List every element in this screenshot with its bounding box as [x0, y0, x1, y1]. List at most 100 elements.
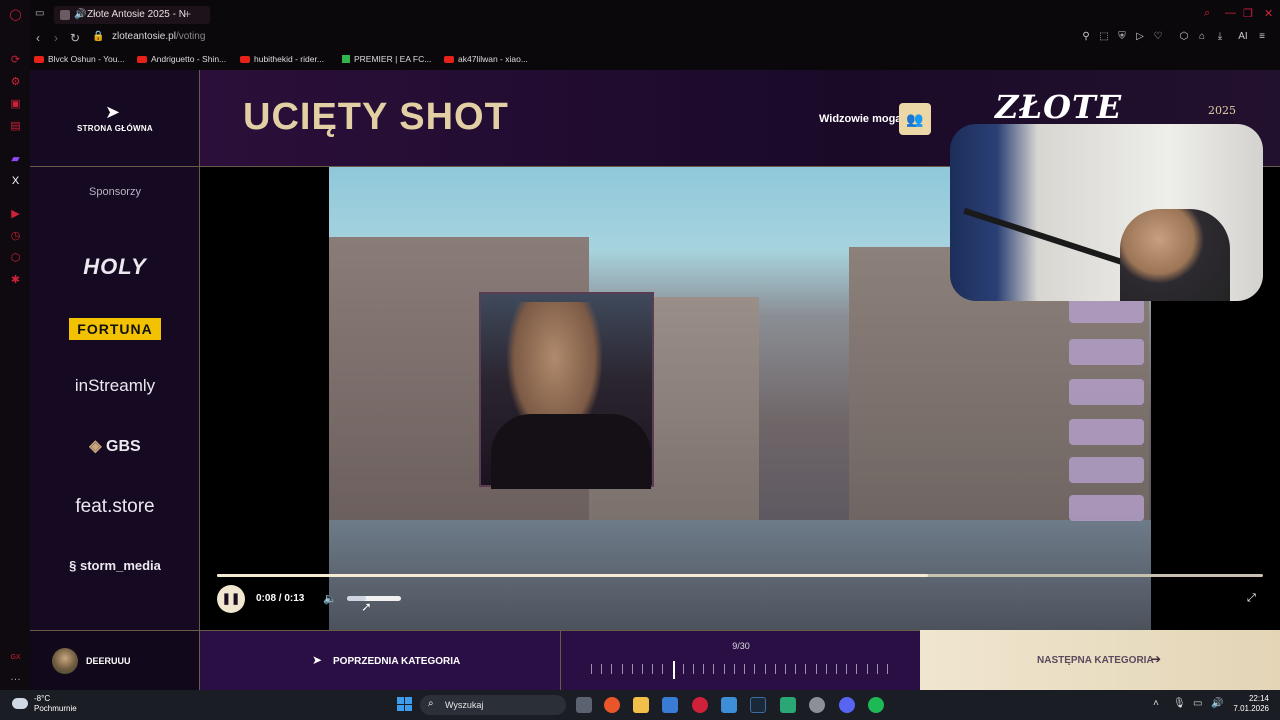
clock-time[interactable]: 22:14	[1233, 694, 1269, 703]
category-tick	[723, 664, 725, 674]
video-progress-bar[interactable]	[217, 574, 1263, 577]
player-icon[interactable]: ▶	[9, 208, 22, 221]
sponsor-fortuna-logo[interactable]: FORTUNA	[30, 318, 200, 340]
more-icon[interactable]: …	[9, 671, 22, 684]
menu-icon[interactable]: ≡	[1256, 31, 1268, 43]
youtube-icon	[137, 56, 147, 63]
spotify-icon[interactable]	[868, 697, 884, 713]
category-tick	[713, 664, 715, 674]
file-explorer-icon[interactable]	[633, 697, 649, 713]
chat-message	[1069, 419, 1144, 445]
gx-control-icon[interactable]: ⚙	[9, 76, 22, 89]
video-time: 0:08 / 0:13	[256, 593, 305, 604]
steam-icon[interactable]	[750, 697, 766, 713]
chat-message	[1069, 379, 1144, 405]
sponsor-stormmedia-logo[interactable]: § storm_media	[30, 558, 200, 573]
mouse-cursor-icon: ➚	[361, 599, 372, 614]
task-view-icon[interactable]	[576, 697, 592, 713]
wallet-icon[interactable]: ⌂	[1196, 31, 1208, 43]
home-label: STRONA GŁÓWNA	[76, 124, 154, 133]
forward-icon[interactable]: ›	[54, 31, 58, 45]
bookmark-item[interactable]: ak47lilwan - xiao...	[444, 54, 528, 64]
pause-button[interactable]: ❚❚	[217, 585, 245, 613]
avatar	[52, 648, 78, 674]
next-category-button[interactable]: NASTĘPNA KATEGORIA ➔	[920, 630, 1280, 690]
category-tick	[703, 664, 705, 674]
back-icon[interactable]: ‹	[36, 31, 40, 45]
pin-icon[interactable]: ⚲	[1080, 31, 1092, 43]
taskbar: -8°C Pochmurnie ⌕ Wyszukaj ˄ 🎙 ▭ 🔊 22:14…	[0, 690, 1280, 720]
search-placeholder: Wyszukaj	[445, 700, 484, 710]
opera-gx-icon[interactable]	[692, 697, 708, 713]
category-tick	[744, 664, 746, 674]
notepad-icon[interactable]	[721, 697, 737, 713]
bookmark-item[interactable]: PREMIER | EA FC...	[342, 54, 431, 64]
volume-slider[interactable]	[347, 596, 401, 601]
url-domain: zloteantosie.pl	[112, 31, 176, 42]
extensions-icon[interactable]: ⬡	[9, 252, 22, 265]
previous-category-label: POPRZEDNIA KATEGORIA	[333, 656, 461, 667]
network-icon[interactable]: ▭	[1193, 698, 1202, 709]
settings-icon[interactable]: ✱	[9, 274, 22, 287]
aria-ai-icon[interactable]: AI	[1234, 31, 1252, 43]
tray-chevron-icon[interactable]: ˄	[1153, 698, 1159, 709]
messenger-icon[interactable]: ▣	[9, 98, 22, 111]
sponsors-title: Sponsorzy	[89, 186, 141, 198]
search-tabs-icon[interactable]: ⌕	[1204, 7, 1210, 20]
reload-icon[interactable]: ↻	[70, 31, 80, 45]
arrow-left-icon: ➤	[312, 653, 323, 667]
extensions-toolbar-icon[interactable]: ⬡	[1178, 31, 1190, 43]
video-progress-fill	[217, 574, 929, 577]
app-gray-icon[interactable]	[809, 697, 825, 713]
history-icon[interactable]: ◷	[9, 230, 22, 243]
sponsor-holy-logo[interactable]: HOLY	[30, 254, 200, 280]
new-tab-icon[interactable]: +	[184, 7, 191, 21]
sponsor-instreamly-logo[interactable]: inStreamly	[30, 376, 200, 396]
volume-icon[interactable]: 🔈	[323, 592, 337, 605]
close-icon[interactable]: ✕	[1264, 7, 1273, 20]
minimize-icon[interactable]: —	[1225, 7, 1236, 19]
clock-date[interactable]: 7.01.2026	[1225, 704, 1269, 713]
taskbar-search[interactable]: ⌕ Wyszukaj	[420, 695, 566, 715]
download-icon[interactable]: ⤓	[1214, 31, 1226, 43]
footer: DEERUUU ➤ POPRZEDNIA KATEGORIA 9/30 NAST…	[30, 630, 1280, 690]
sponsor-gbs-logo[interactable]: ◈ GBS	[30, 436, 200, 456]
home-link[interactable]: ➤ STRONA GŁÓWNA	[30, 70, 200, 167]
x-twitter-icon[interactable]: X	[9, 175, 22, 188]
play-icon[interactable]: ▷	[1134, 31, 1146, 43]
app-orange-icon[interactable]	[604, 697, 620, 713]
arrow-right-icon: ➔	[1151, 652, 1162, 666]
user-profile[interactable]: DEERUUU	[30, 630, 200, 690]
store-icon[interactable]	[662, 697, 678, 713]
app-green-icon[interactable]	[780, 697, 796, 713]
tab-menu-icon[interactable]: ▭	[35, 8, 44, 19]
viewers-button[interactable]: 👥	[899, 103, 931, 135]
snapshot-icon[interactable]: ⬚	[1098, 31, 1110, 43]
gx-corner-icon[interactable]: ▤	[9, 120, 22, 133]
previous-category-button[interactable]: ➤ POPRZEDNIA KATEGORIA	[200, 630, 560, 690]
bookmark-item[interactable]: Andriguetto - Shin...	[137, 54, 226, 64]
twitch-icon[interactable]: ▰	[9, 153, 22, 166]
speaker-tray-icon[interactable]: 🔊	[1211, 698, 1223, 709]
heart-icon[interactable]: ♡	[1152, 31, 1164, 43]
windows-start-icon[interactable]	[397, 697, 412, 711]
category-tick	[825, 664, 827, 674]
bookmark-item[interactable]: hubithekid - rider...	[240, 54, 324, 64]
category-tick	[764, 664, 766, 674]
arrow-left-icon: ➤	[105, 102, 121, 122]
opera-logo-icon[interactable]: ◯	[9, 9, 22, 22]
users-icon: 👥	[906, 111, 924, 127]
bookmark-favicon-icon	[342, 55, 350, 63]
discord-icon[interactable]	[839, 697, 855, 713]
speaker-icon[interactable]: 🔊	[74, 9, 86, 20]
streamer-facecam-main	[950, 124, 1263, 301]
sponsor-featstore-logo[interactable]: feat.store	[30, 496, 200, 518]
speed-dial-icon[interactable]: ⟳	[9, 54, 22, 67]
url-field[interactable]: zloteantosie.pl/voting	[112, 31, 205, 42]
cloud-icon[interactable]	[12, 698, 28, 709]
maximize-icon[interactable]: ❐	[1243, 7, 1253, 20]
bookmark-item[interactable]: Blvck Oshun - You...	[34, 54, 125, 64]
fullscreen-icon[interactable]: ⤢	[1247, 592, 1256, 605]
microphone-icon[interactable]: 🎙	[1173, 698, 1186, 709]
shield-icon[interactable]: ⛨	[1116, 31, 1128, 43]
